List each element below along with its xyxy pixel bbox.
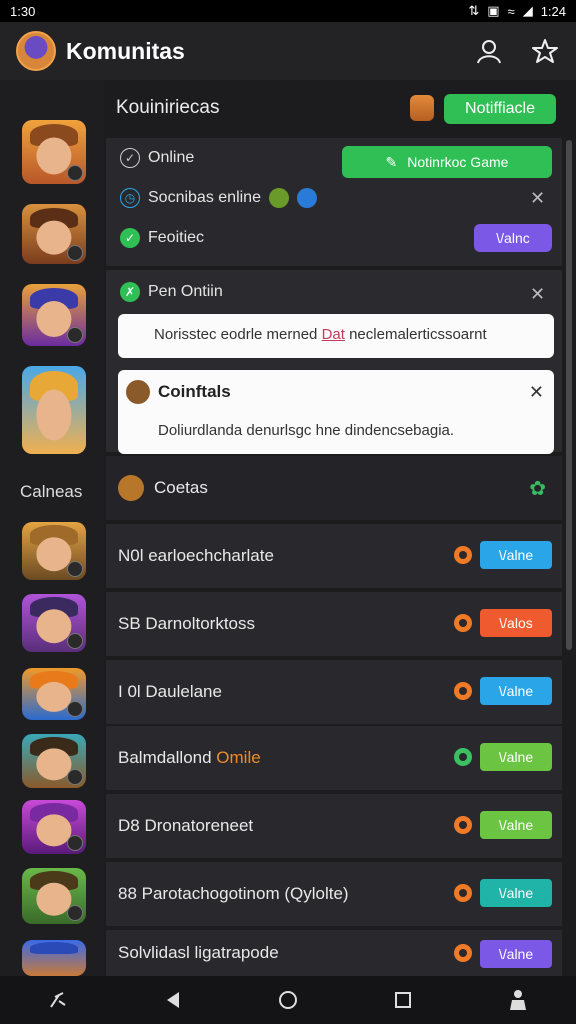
- list-item-button[interactable]: \/alne: [480, 677, 552, 705]
- main-panel: Kouiniriecas Notiffiacle ✓ Online ✎ Noti…: [104, 80, 576, 976]
- section-header: Kouiniriecas Notiffiacle: [104, 80, 566, 136]
- gear-icon: [454, 884, 472, 902]
- gear-icon: [454, 682, 472, 700]
- accessibility-icon[interactable]: [38, 980, 78, 1020]
- list-item[interactable]: N0l earloechcharlate \/alne: [106, 524, 562, 588]
- list-item[interactable]: Balmdallond Omile \/alne: [106, 726, 562, 790]
- home-icon[interactable]: [268, 980, 308, 1020]
- list-item[interactable]: I 0l Daulelane \/alne: [106, 660, 562, 724]
- close-icon[interactable]: ✕: [529, 382, 544, 403]
- list-item[interactable]: D8 Dronatoreneet \/alne: [106, 794, 562, 858]
- list-item-label: D8 Dronatoreneet: [118, 816, 254, 835]
- contact-avatar: [126, 380, 150, 404]
- popup-header: Coinftals: [126, 380, 231, 404]
- feoitiec-row: ✓ Feoitiec: [120, 228, 204, 248]
- rail-avatar-3[interactable]: [22, 284, 86, 346]
- status-bar: 1:30 ⇅ ▣ ≈ ◢ 1:24: [0, 0, 576, 22]
- signal-icon: ◢: [522, 3, 533, 18]
- rail-avatar-5[interactable]: [22, 522, 86, 580]
- scrollbar[interactable]: [566, 140, 572, 650]
- list-item[interactable]: SB Darnoltorktoss \/alos: [106, 592, 562, 656]
- user-outline-icon[interactable]: [474, 36, 504, 66]
- status-time-right: 1:24: [540, 3, 566, 19]
- rail-avatar-7[interactable]: [22, 668, 86, 720]
- list-item-label: N0l earloechcharlate: [118, 546, 274, 565]
- pencil-icon: ✎: [385, 153, 398, 170]
- online-row: ✓ Online: [120, 148, 194, 168]
- check-badge-icon: ✓: [120, 228, 140, 248]
- list-item-button[interactable]: \/alne: [480, 879, 552, 907]
- gear-icon: [454, 546, 472, 564]
- list-item-label: 88 Parotachogotinom (Qylolte): [118, 884, 349, 903]
- app-title: Komunitas: [66, 37, 185, 64]
- popup-title: Coinftals: [158, 382, 231, 401]
- clock-icon: ◷: [120, 188, 140, 208]
- puzzle-icon[interactable]: ✿: [529, 476, 546, 501]
- contacts-popup: Coinftals ✕ Doliurdlanda denurlsgc hne d…: [118, 370, 554, 454]
- game-notification-button[interactable]: ✎ Notinrkoc Game: [342, 146, 552, 178]
- app-logo: [16, 31, 56, 71]
- list-item-button[interactable]: \/alne: [480, 541, 552, 569]
- rail-avatar-6[interactable]: [22, 594, 86, 652]
- rail-avatar-9[interactable]: [22, 800, 86, 854]
- assistant-icon[interactable]: [498, 980, 538, 1020]
- rail-avatar-1[interactable]: [22, 120, 86, 184]
- cookie-icon: [118, 475, 144, 501]
- message-box[interactable]: Norisstec eodrle merned Dat neclemalerti…: [118, 314, 554, 358]
- pen-row: ✗ Pen Ontiin: [120, 282, 223, 302]
- list-item-label: I 0l Daulelane: [118, 682, 222, 701]
- left-rail: Calneas: [0, 80, 104, 976]
- pen-title: Pen Ontiin: [148, 283, 223, 300]
- check-circle-icon: ✓: [120, 148, 140, 168]
- recents-icon[interactable]: [383, 980, 423, 1020]
- online-label: Online: [148, 149, 195, 166]
- message-text: Norisstec eodrle merned Dat neclemalerti…: [154, 326, 487, 343]
- list-item-button[interactable]: \/alne: [480, 743, 552, 771]
- gear-icon: [454, 944, 472, 962]
- list-item[interactable]: Solvlidasl ligatrapode \/alne: [106, 930, 562, 976]
- vibrate-icon: ⇅: [468, 3, 480, 18]
- status-time-left: 1:30: [10, 3, 36, 19]
- list-item-label: Balmdallond Omile: [118, 748, 261, 767]
- game-button-label: Notinrkoc Game: [407, 154, 509, 170]
- app-header: Komunitas: [0, 22, 576, 80]
- list-item[interactable]: 88 Parotachogotinom (Qylolte) \/alne: [106, 862, 562, 926]
- feoitiec-button[interactable]: \/alnc: [474, 224, 552, 252]
- online-card: ✓ Online ✎ Notinrkoc Game ◷ Socnibas enl…: [106, 138, 562, 266]
- globe-icon: [296, 188, 317, 208]
- section-title: Kouiniriecas: [116, 97, 220, 118]
- sessions-label: Socnibas enline: [148, 189, 261, 206]
- pen-card: ✗ Pen Ontiin ✕ Norisstec eodrle merned D…: [106, 270, 562, 454]
- list-item-button[interactable]: \/alne: [480, 811, 552, 839]
- mini-avatar[interactable]: [410, 95, 434, 121]
- star-outline-icon[interactable]: [530, 36, 560, 66]
- list-item-label: SB Darnoltorktoss: [118, 614, 255, 633]
- close-icon[interactable]: ✕: [530, 188, 545, 209]
- gear-icon: [454, 748, 472, 766]
- coetas-header[interactable]: Coetas ✿: [106, 456, 562, 520]
- rail-avatar-4[interactable]: [22, 366, 86, 454]
- feoitiec-label: Feoitiec: [148, 229, 205, 246]
- list-item-button[interactable]: \/alos: [480, 609, 552, 637]
- rail-avatar-2[interactable]: [22, 204, 86, 264]
- gear-icon: [454, 614, 472, 632]
- close-icon[interactable]: ✕: [530, 284, 545, 305]
- check-badge-icon: ✗: [120, 282, 140, 302]
- coetas-label: Coetas: [154, 478, 208, 497]
- rail-section-label: Calneas: [20, 482, 83, 501]
- list-item-label: Solvlidasl ligatrapode: [118, 943, 279, 962]
- system-nav-bar: [0, 976, 576, 1024]
- rail-avatar-11[interactable]: [22, 940, 86, 976]
- wifi-icon: ≈: [507, 3, 515, 19]
- back-icon[interactable]: [153, 980, 193, 1020]
- game-dot-icon: [268, 188, 289, 208]
- notification-button[interactable]: Notiffiacle: [444, 94, 556, 124]
- rail-avatar-10[interactable]: [22, 868, 86, 924]
- rail-avatar-8[interactable]: [22, 734, 86, 788]
- popup-body: Doliurdlanda denurlsgc hne dindencsebagi…: [158, 422, 455, 439]
- list-item-button[interactable]: \/alne: [480, 940, 552, 968]
- sessions-row: ◷ Socnibas enline: [120, 188, 317, 208]
- gear-icon: [454, 816, 472, 834]
- sim-icon: ▣: [487, 3, 500, 18]
